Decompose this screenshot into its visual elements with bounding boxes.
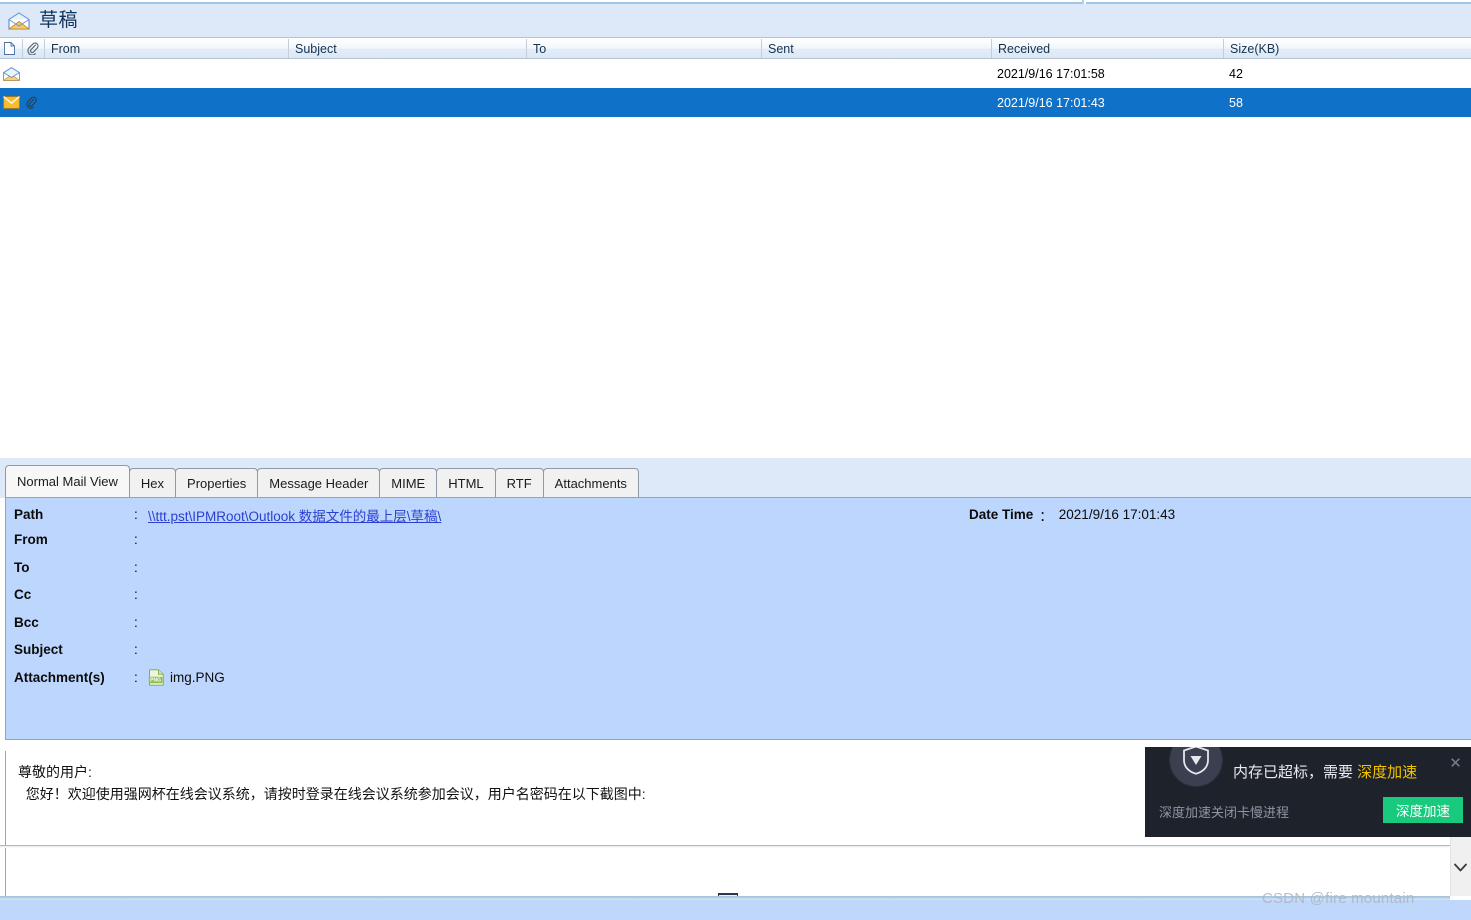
field-label-subject: Subject: [14, 642, 63, 657]
toast-badge: [1169, 747, 1223, 787]
tab-normal-mail-view[interactable]: Normal Mail View: [5, 465, 130, 497]
row-sent: [761, 88, 991, 117]
png-file-icon: PNG: [148, 669, 164, 686]
field-from: From :: [6, 526, 148, 553]
page-title: 草稿: [39, 10, 79, 31]
row-status-icon-cell: [0, 88, 22, 117]
field-colon: ：: [1039, 508, 1053, 524]
column-header-from[interactable]: From: [44, 39, 288, 58]
paperclip-icon: [27, 42, 39, 55]
field-colon: :: [134, 642, 138, 657]
field-label-from: From: [14, 532, 48, 547]
row-received: 2021/9/16 17:01:43: [997, 95, 1105, 110]
column-header-document[interactable]: [0, 39, 22, 58]
tab-properties[interactable]: Properties: [175, 468, 259, 497]
tab-message-header[interactable]: Message Header: [257, 468, 381, 497]
svg-text:PNG: PNG: [150, 678, 161, 684]
field-path: Path : \\ttt.pst\IPMRoot\Outlook 数据文件的最上…: [6, 501, 441, 528]
watermark: CSDN @fire mountain: [1262, 890, 1415, 907]
tab-attachments[interactable]: Attachments: [542, 468, 639, 497]
row-size: 58: [1229, 95, 1243, 110]
row-size: 42: [1229, 66, 1243, 81]
status-strip: [0, 900, 1471, 920]
field-label-date-time: Date Time: [969, 507, 1034, 522]
row-from: [44, 59, 288, 88]
field-colon: :: [134, 615, 138, 630]
document-icon: [4, 42, 15, 55]
field-label-to: To: [14, 560, 30, 575]
scroll-down-button[interactable]: [1450, 855, 1471, 880]
attachment-filename[interactable]: img.PNG: [170, 670, 225, 685]
shield-icon: [1183, 747, 1209, 775]
tab-mime[interactable]: MIME: [379, 468, 438, 497]
row-attachment-icon-cell: [22, 59, 44, 88]
field-to: To :: [6, 554, 148, 581]
row-subject: [288, 59, 526, 88]
memory-alert-toast[interactable]: 内存已超标，需要 深度加速 深度加速关闭卡慢进程 深度加速 ✕: [1145, 747, 1471, 837]
open-envelope-icon: [3, 66, 20, 81]
row-to: [526, 88, 761, 117]
field-colon: :: [134, 670, 138, 685]
field-subject: Subject :: [6, 636, 148, 663]
tab-hex[interactable]: Hex: [128, 468, 177, 497]
tab-rtf[interactable]: RTF: [494, 468, 544, 497]
field-value-attachments: PNG img.PNG: [144, 669, 225, 686]
row-sent: [761, 59, 991, 88]
open-envelope-icon: [8, 11, 30, 29]
view-tabstrip: Normal Mail View Hex Properties Message …: [0, 458, 1471, 498]
folder-title-bar: 草稿: [0, 4, 1471, 38]
column-header-subject[interactable]: Subject: [288, 39, 526, 58]
field-date-time: Date Time ： 2021/9/16 17:01:43: [969, 501, 1175, 528]
tab-html[interactable]: HTML: [436, 468, 496, 497]
field-colon: :: [134, 507, 138, 522]
closed-envelope-icon: [3, 96, 20, 109]
row-status-icon-cell: [0, 59, 22, 88]
field-label-cc: Cc: [14, 587, 32, 602]
tabs-container: Normal Mail View Hex Properties Message …: [5, 464, 639, 497]
application-window: 草稿 From Subject To Sent Received Size(KB…: [0, 0, 1471, 920]
toast-title: 内存已超标，需要 深度加速: [1233, 761, 1417, 782]
field-colon: :: [134, 587, 138, 602]
field-label-path: Path: [14, 507, 44, 522]
table-row[interactable]: 2021/9/16 17:01:58 42: [0, 59, 1471, 88]
table-row[interactable]: 2021/9/16 17:01:43 58: [0, 88, 1471, 117]
toast-title-highlight: 深度加速: [1357, 764, 1418, 781]
list-column-header: From Subject To Sent Received Size(KB): [0, 39, 1471, 59]
field-value-path: \\ttt.pst\IPMRoot\Outlook 数据文件的最上层\草稿\: [144, 505, 441, 525]
mail-header-details: Path : \\ttt.pst\IPMRoot\Outlook 数据文件的最上…: [5, 497, 1471, 740]
toast-subtitle: 深度加速关闭卡慢进程: [1159, 805, 1290, 820]
message-body-continuation: [5, 848, 1450, 896]
field-colon: :: [134, 532, 138, 547]
row-attachment-icon-cell: [22, 88, 44, 117]
message-list[interactable]: 2021/9/16 17:01:58 42 2021/9/16 17:01:43…: [0, 59, 1471, 458]
field-attachments: Attachment(s) : PNG img.PNG: [6, 664, 225, 691]
row-received: 2021/9/16 17:01:58: [997, 66, 1105, 81]
path-link[interactable]: \\ttt.pst\IPMRoot\Outlook 数据文件的最上层\草稿\: [148, 509, 441, 524]
field-colon: :: [134, 560, 138, 575]
field-cc: Cc :: [6, 581, 148, 608]
column-header-received[interactable]: Received: [991, 39, 1223, 58]
column-header-attachment[interactable]: [22, 39, 44, 58]
toast-title-prefix: 内存已超标，需要: [1233, 764, 1358, 781]
column-header-sent[interactable]: Sent: [761, 39, 991, 58]
column-header-to[interactable]: To: [526, 39, 761, 58]
field-label-attachments: Attachment(s): [14, 670, 105, 685]
chevron-down-icon: [1454, 863, 1467, 872]
close-icon[interactable]: ✕: [1447, 755, 1464, 772]
paperclip-icon: [26, 96, 37, 109]
field-bcc: Bcc :: [6, 609, 148, 636]
row-subject: [288, 88, 526, 117]
deep-accelerate-button[interactable]: 深度加速: [1383, 797, 1463, 823]
field-value-date-time: 2021/9/16 17:01:43: [1058, 507, 1176, 522]
field-label-bcc: Bcc: [14, 615, 39, 630]
column-header-size[interactable]: Size(KB): [1223, 39, 1471, 58]
row-to: [526, 59, 761, 88]
row-from: [44, 88, 288, 117]
